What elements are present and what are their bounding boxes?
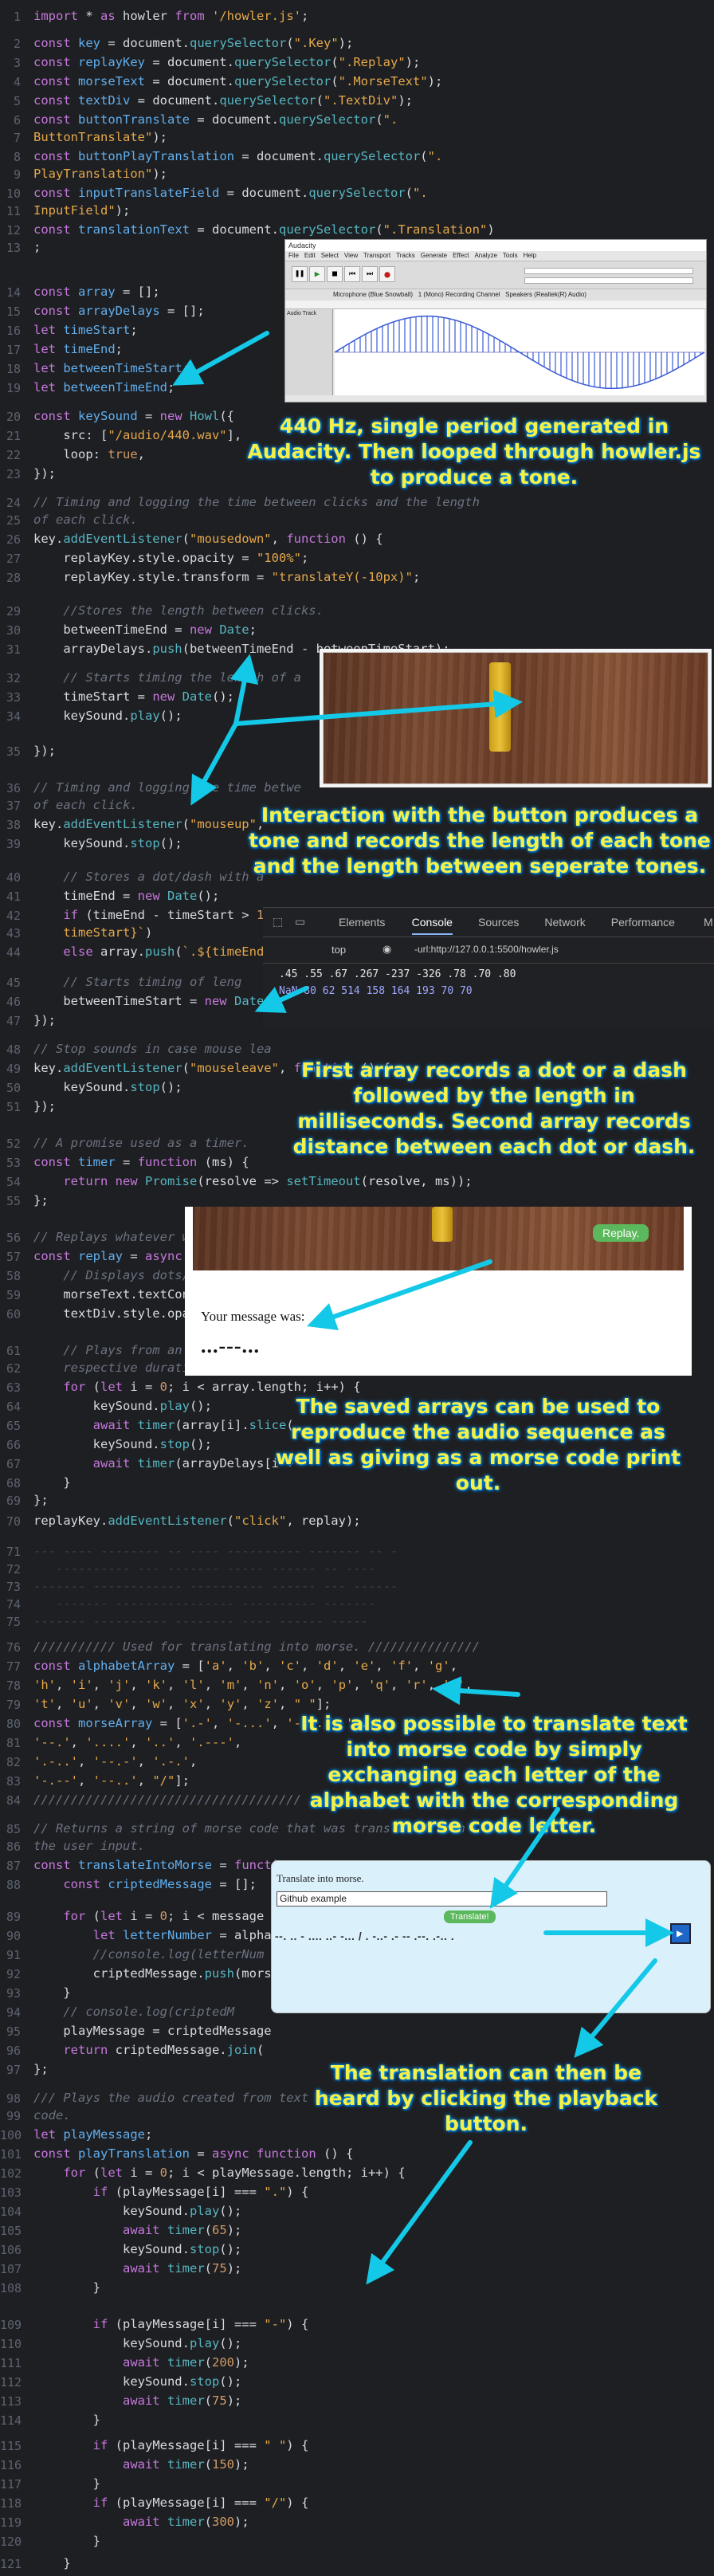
arrow-replay: [307, 1259, 492, 1330]
arrow-play-function: [366, 2140, 473, 2285]
arrow-key-right: [233, 689, 523, 726]
arrow-key-up: [230, 654, 259, 726]
arrow-morse-array: [432, 1676, 520, 1706]
arrow-key-down: [190, 721, 238, 806]
arrow-audacity: [172, 331, 269, 386]
arrows-overlay: [172, 331, 674, 2285]
arrow-translate-input: [489, 1807, 560, 1909]
arrow-playback: [574, 1958, 657, 2058]
arrow-devtools: [254, 986, 308, 1013]
